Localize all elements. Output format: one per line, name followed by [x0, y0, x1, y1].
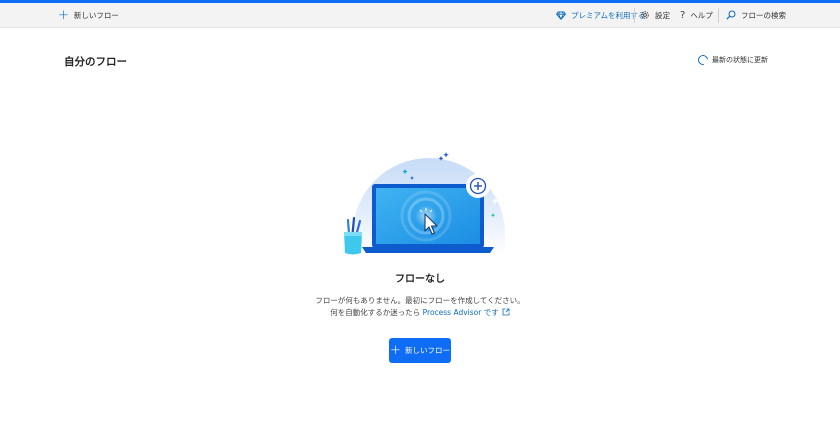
- new-flow-toolbar-button[interactable]: + 新しいフロー: [58, 3, 119, 27]
- diamond-icon: [556, 11, 566, 20]
- process-advisor-link[interactable]: Process Advisor です: [423, 308, 510, 317]
- premium-button[interactable]: プレミアムを利用する: [556, 3, 645, 27]
- flow-search-button[interactable]: フローの検索: [726, 3, 786, 27]
- search-icon: [726, 10, 736, 20]
- plus-icon: +: [390, 343, 401, 358]
- settings-button[interactable]: 設定: [640, 3, 670, 27]
- refresh-label: 最新の状態に更新: [712, 56, 768, 64]
- new-flow-toolbar-label: 新しいフロー: [73, 10, 119, 20]
- plus-icon: +: [58, 7, 69, 23]
- toolbar-divider: [718, 8, 719, 23]
- flow-search-label: フローの検索: [741, 10, 786, 20]
- external-link-icon: [502, 308, 510, 316]
- gear-icon: [641, 11, 649, 19]
- empty-state-line-2: 何を自動化するか迷ったら Process Advisor です: [0, 307, 840, 319]
- refresh-icon: [696, 53, 710, 67]
- toolbar-divider: [634, 8, 635, 23]
- new-flow-button[interactable]: + 新しいフロー: [389, 338, 451, 363]
- refresh-button[interactable]: 最新の状態に更新: [696, 53, 768, 67]
- help-button[interactable]: ? ヘルプ: [680, 3, 713, 27]
- help-icon: ?: [680, 9, 686, 21]
- empty-state-illustration: [344, 146, 505, 255]
- page-title: 自分のフロー: [64, 56, 127, 68]
- empty-state-line-2-prefix: 何を自動化するか迷ったら: [330, 308, 421, 317]
- settings-label: 設定: [655, 10, 670, 20]
- process-advisor-link-text: Process Advisor です: [422, 308, 499, 317]
- empty-state-line-1: フローが何もありません。最初にフローを作成してください。: [315, 296, 525, 305]
- new-flow-button-label: 新しいフロー: [404, 346, 450, 355]
- empty-state-description: フローが何もありません。最初にフローを作成してください。 何を自動化するか迷った…: [0, 295, 840, 319]
- help-label: ヘルプ: [690, 10, 713, 20]
- command-bar: + 新しいフロー プレミアムを利用する 設定 ? ヘルプ フローの検索: [0, 3, 840, 28]
- empty-state-title: フローなし: [395, 274, 445, 285]
